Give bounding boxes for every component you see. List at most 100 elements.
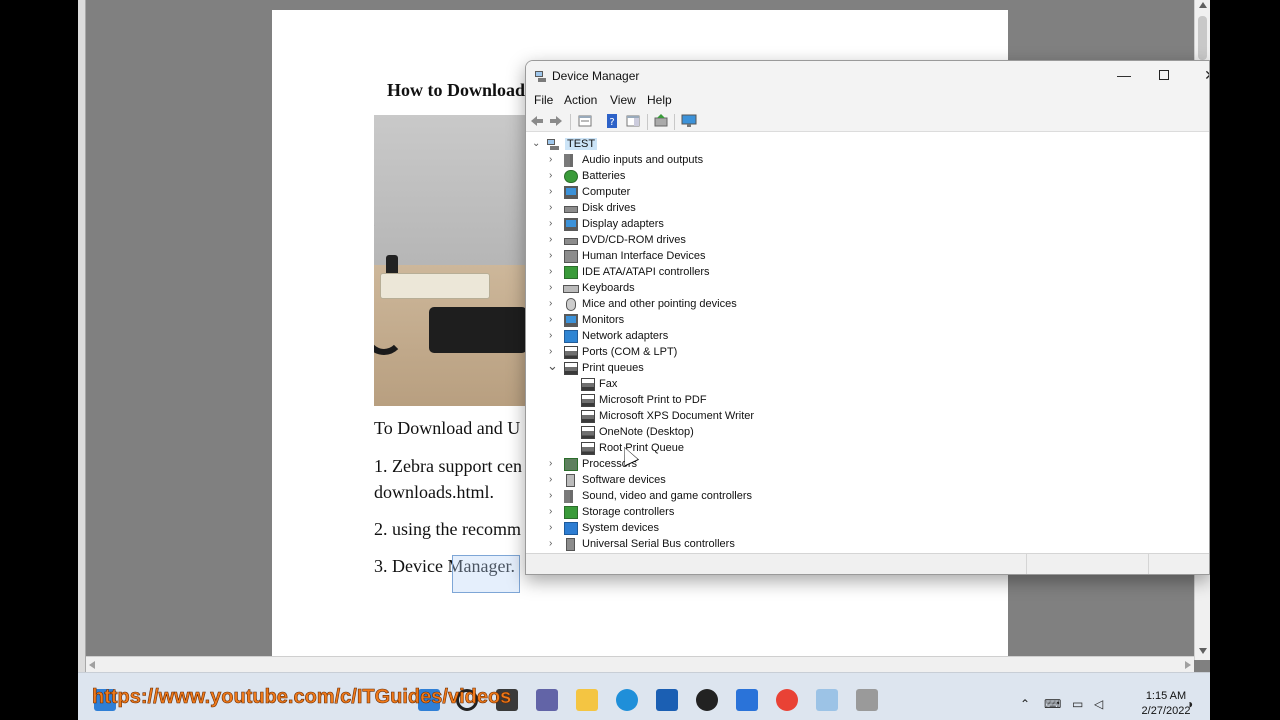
tree-item-label: Universal Serial Bus controllers (582, 538, 735, 550)
chevron-right-icon[interactable]: › (549, 203, 559, 213)
tree-item-display-adapters[interactable]: › Display adapters (526, 217, 926, 233)
video-url-overlay: https://www.youtube.com/c/ITGuides/video… (92, 686, 512, 709)
chevron-right-icon[interactable]: › (549, 171, 559, 181)
tree-item-ports[interactable]: › Ports (COM & LPT) (526, 345, 926, 361)
chevron-down-icon[interactable]: ⌄ (532, 139, 542, 149)
whiteboard-icon[interactable] (736, 689, 758, 711)
clock-date[interactable]: 2/27/2022 (1126, 705, 1206, 717)
minimize-button[interactable]: — (1104, 61, 1144, 89)
network-icon[interactable]: ▭ (1072, 697, 1083, 711)
menu-action[interactable]: Action (564, 93, 597, 107)
chevron-right-icon[interactable]: › (549, 283, 559, 293)
maximize-button[interactable] (1144, 61, 1184, 89)
maximize-icon (1159, 70, 1169, 80)
tree-item-disk-drives[interactable]: › Disk drives (526, 201, 926, 217)
chat-icon[interactable] (536, 689, 558, 711)
tree-item-mice[interactable]: › Mice and other pointing devices (526, 297, 926, 313)
scroll-left-icon[interactable] (89, 661, 95, 669)
tree-root[interactable]: ⌄ TEST (526, 137, 726, 153)
scroll-down-icon[interactable] (1199, 648, 1207, 654)
chevron-right-icon[interactable]: › (549, 475, 559, 485)
file-explorer-icon[interactable] (576, 689, 598, 711)
forward-arrow-icon[interactable] (548, 113, 564, 129)
document-horizontal-scrollbar[interactable] (86, 656, 1194, 672)
tree-item-label: Batteries (582, 170, 626, 182)
menu-help[interactable]: Help (647, 93, 672, 107)
photos-icon[interactable] (816, 689, 838, 711)
tree-item-computer[interactable]: › Computer (526, 185, 926, 201)
tree-item-label: Disk drives (582, 202, 636, 214)
scroll-up-icon[interactable] (1199, 2, 1207, 8)
tree-item-processors[interactable]: › Processors (526, 457, 926, 473)
hid-icon (564, 250, 578, 263)
device-manager-taskbar-icon[interactable] (856, 689, 878, 711)
tree-item-monitors[interactable]: › Monitors (526, 313, 926, 329)
printer-icon (564, 362, 578, 375)
update-driver-icon[interactable] (653, 113, 669, 129)
scroll-right-icon[interactable] (1185, 661, 1191, 669)
menu-view[interactable]: View (610, 93, 636, 107)
clock-time[interactable]: 1:15 AM (1126, 690, 1206, 702)
chevron-right-icon[interactable]: › (549, 315, 559, 325)
chevron-right-icon[interactable]: › (549, 331, 559, 341)
chevron-right-icon[interactable]: › (549, 235, 559, 245)
chevron-right-icon[interactable]: › (549, 299, 559, 309)
tree-child-onenote[interactable]: OneNote (Desktop) (526, 425, 926, 441)
chrome-icon[interactable] (776, 689, 798, 711)
edge-icon[interactable] (616, 689, 638, 711)
keyboard-icon[interactable]: ⌨ (1044, 697, 1061, 711)
scroll-thumb[interactable] (1198, 16, 1207, 60)
menu-file[interactable]: File (534, 93, 553, 107)
help-icon[interactable]: ? (604, 113, 620, 129)
media-player-icon[interactable] (696, 689, 718, 711)
tree-item-dvd[interactable]: › DVD/CD-ROM drives (526, 233, 926, 249)
properties-icon[interactable] (577, 113, 593, 129)
close-button[interactable]: ✕ (1190, 61, 1209, 89)
chevron-right-icon[interactable]: › (549, 523, 559, 533)
chevron-right-icon[interactable]: › (549, 507, 559, 517)
tree-item-print-queues[interactable]: ⌄ Print queues (526, 359, 926, 377)
window-titlebar[interactable]: Device Manager — ✕ (526, 61, 1209, 91)
tree-item-usb[interactable]: › Universal Serial Bus controllers (526, 537, 926, 551)
computer-icon (547, 139, 559, 150)
tree-child-xps-writer[interactable]: Microsoft XPS Document Writer (526, 409, 926, 425)
tree-item-software[interactable]: › Software devices (526, 473, 926, 489)
store-icon[interactable] (656, 689, 678, 711)
chevron-right-icon[interactable]: › (549, 219, 559, 229)
tree-item-sound[interactable]: › Sound, video and game controllers (526, 489, 926, 505)
chevron-right-icon[interactable]: › (549, 539, 559, 549)
tree-item-audio[interactable]: › Audio inputs and outputs (526, 153, 926, 169)
ide-controller-icon (564, 266, 578, 279)
chevron-down-icon[interactable]: ⌄ (547, 359, 558, 372)
action-pane-icon[interactable] (625, 113, 641, 129)
chevron-right-icon[interactable]: › (549, 187, 559, 197)
chevron-right-icon[interactable]: › (549, 155, 559, 165)
chevron-right-icon[interactable]: › (549, 347, 559, 357)
tree-item-label: Storage controllers (582, 506, 675, 518)
tree-child-fax[interactable]: Fax (526, 377, 926, 393)
back-arrow-icon[interactable] (529, 113, 545, 129)
tree-child-print-to-pdf[interactable]: Microsoft Print to PDF (526, 393, 926, 409)
chevron-up-icon[interactable]: ⌃ (1020, 697, 1030, 711)
device-manager-icon (535, 71, 546, 82)
status-bar-divider (1148, 554, 1149, 574)
tree-item-batteries[interactable]: › Batteries (526, 169, 926, 185)
tree-child-root-print-queue[interactable]: Root Print Queue (526, 441, 926, 457)
tree-item-ide[interactable]: › IDE ATA/ATAPI controllers (526, 265, 926, 281)
tree-item-hid[interactable]: › Human Interface Devices (526, 249, 926, 265)
tree-item-label: System devices (582, 522, 660, 534)
tree-item-keyboards[interactable]: › Keyboards (526, 281, 926, 297)
tree-item-storage[interactable]: › Storage controllers (526, 505, 926, 521)
chevron-right-icon[interactable]: › (549, 491, 559, 501)
tree-item-label: Software devices (582, 474, 666, 486)
chevron-right-icon[interactable]: › (549, 459, 559, 469)
chevron-right-icon[interactable]: › (549, 251, 559, 261)
document-list-item: 2. using the recomm (374, 519, 521, 539)
printer-icon (581, 426, 595, 439)
chevron-right-icon[interactable]: › (549, 267, 559, 277)
tree-item-system[interactable]: › System devices (526, 521, 926, 537)
scan-hardware-icon[interactable] (681, 113, 697, 129)
software-device-icon (566, 474, 575, 487)
volume-icon[interactable]: ◁ (1094, 697, 1103, 711)
tree-item-network[interactable]: › Network adapters (526, 329, 926, 345)
